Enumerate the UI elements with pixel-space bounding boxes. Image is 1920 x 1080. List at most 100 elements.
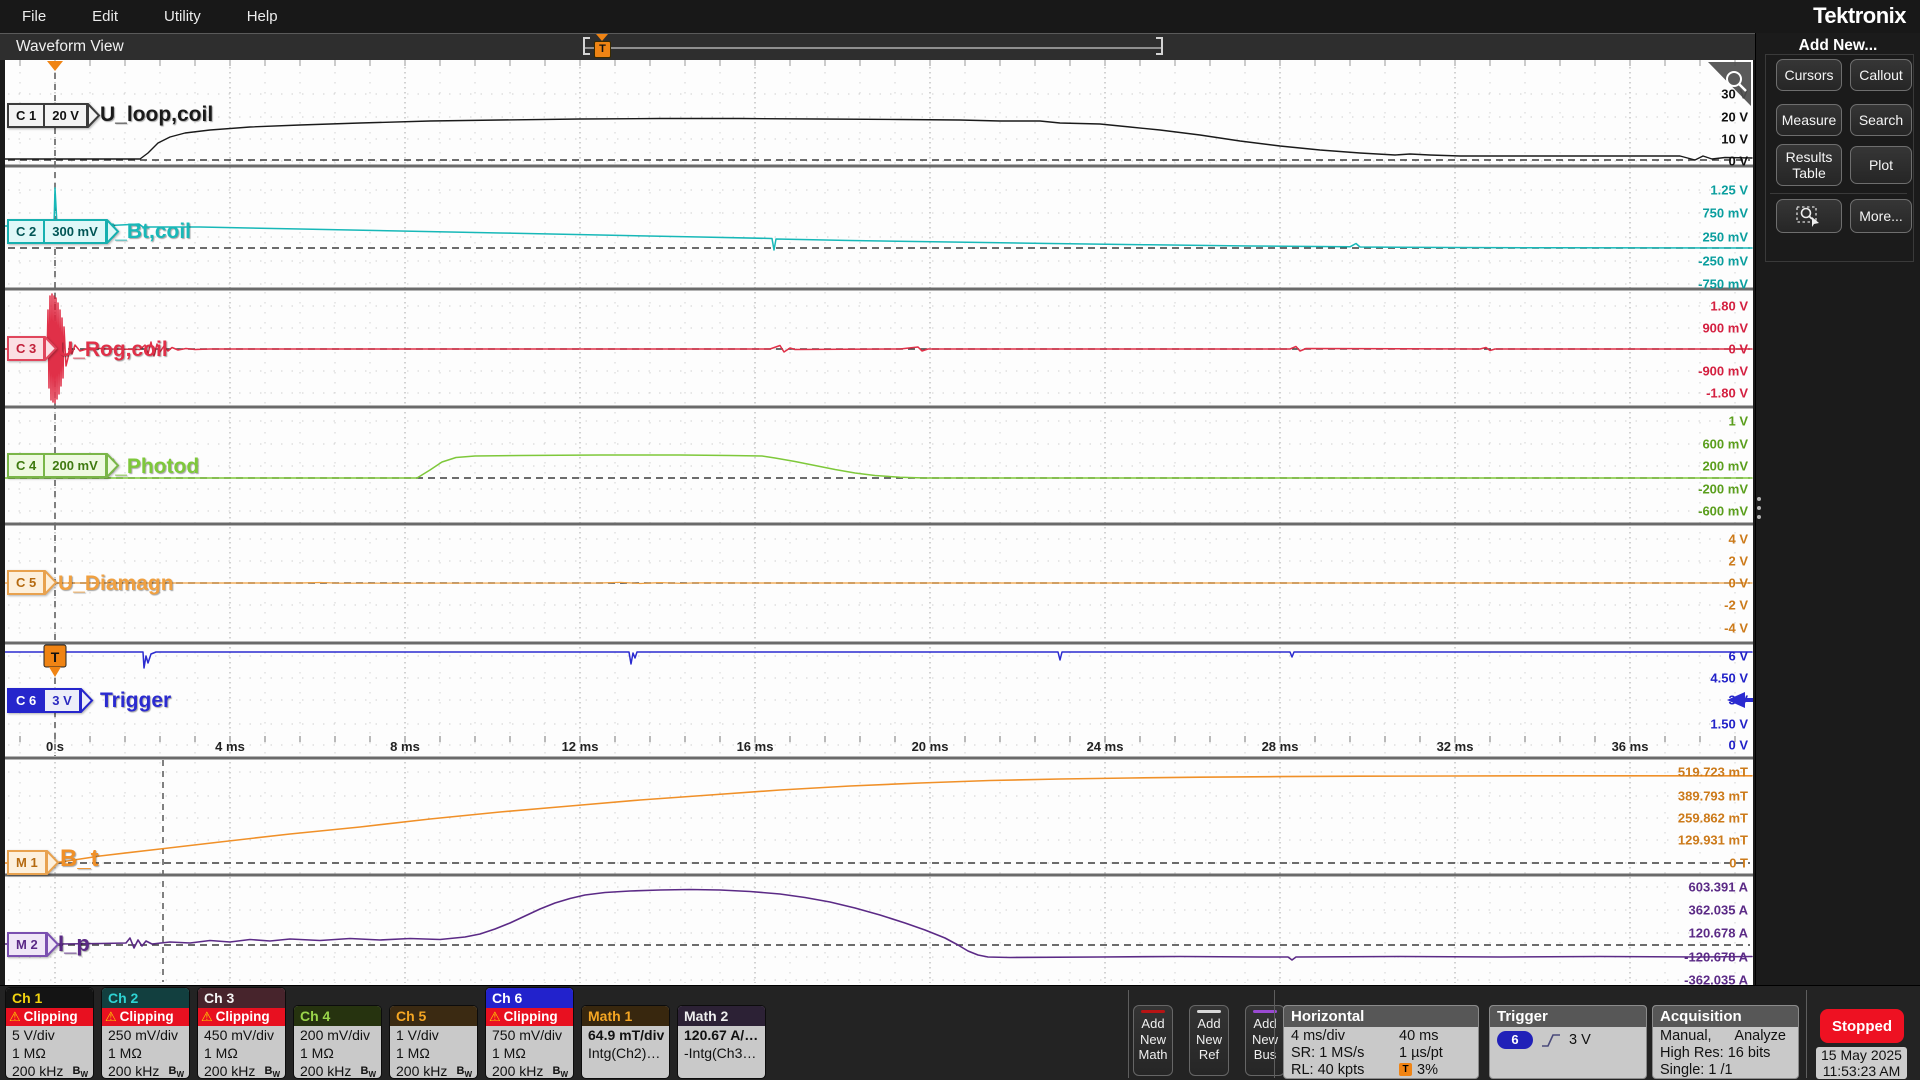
tektronix-logo: Tektronix	[1813, 3, 1906, 29]
bw-limit-icon: BW	[360, 1062, 376, 1079]
channel-badge-ch1[interactable]: Ch 1 ⚠Clipping 5 V/div 1 MΩ 200 kHzBW	[5, 987, 94, 1079]
axis-scale-label: 0 V	[1728, 342, 1748, 357]
math-badge-m1[interactable]: M 1	[7, 850, 60, 875]
menu-edit[interactable]: Edit	[92, 8, 118, 25]
axis-scale-label: 0 V	[1728, 738, 1748, 753]
warning-icon: ⚠	[489, 1008, 501, 1026]
channel-badge-c5[interactable]: C 5	[7, 570, 58, 595]
panel-drag-handle[interactable]	[1757, 492, 1763, 524]
axis-scale-label: 389.793 mT	[1678, 789, 1748, 804]
sample-interval: 1 µs/pt	[1399, 1045, 1443, 1061]
badge-scale: 5 V/div	[6, 1026, 93, 1044]
channel-name-label[interactable]: B_t	[60, 845, 99, 873]
channel-badge-c1[interactable]: C 1 20 V	[7, 103, 101, 128]
channel-badge-id: C 2	[7, 219, 45, 244]
record-overview-line[interactable]	[585, 47, 1163, 49]
measure-button[interactable]: Measure	[1776, 104, 1842, 136]
channel-name-label[interactable]: I_p	[58, 931, 90, 957]
channel-badge-c3[interactable]: C 3	[7, 336, 58, 361]
channel-badge-ch4[interactable]: Ch 4 200 mV/div 1 MΩ 200 kHzBW	[293, 1005, 382, 1079]
axis-scale-label: -1.80 V	[1706, 386, 1748, 401]
channel-name-label[interactable]: Trigger	[100, 689, 171, 713]
menu-help[interactable]: Help	[247, 8, 278, 25]
trigger-pane[interactable]: Trigger 6 3 V	[1489, 1005, 1647, 1079]
channel-badge-c6[interactable]: C 6 3 V	[7, 688, 94, 713]
waveform-plot[interactable]: T C 1 20 V C 2 300 mV C 3 C 4 200 mV C 5…	[5, 60, 1753, 985]
add-new-bus-button[interactable]: Add New Bus	[1245, 1005, 1285, 1076]
channel-badge-ch5[interactable]: Ch 5 1 V/div 1 MΩ 200 kHzBW	[389, 1005, 478, 1079]
badge-header: Ch 1	[6, 988, 93, 1008]
results-table-button[interactable]: Results Table	[1776, 144, 1842, 186]
zoom-mode-button[interactable]	[1776, 199, 1842, 233]
trigger-flag-letter: T	[51, 649, 60, 665]
menu-utility[interactable]: Utility	[164, 8, 201, 25]
waveform-trace-m1	[5, 776, 1752, 863]
math-badge-math2[interactable]: Math 2 120.67 A/… -Intg(Ch3…	[677, 1005, 766, 1079]
record-bracket-right	[1156, 37, 1163, 55]
zoom-select-icon	[1795, 204, 1823, 228]
waveform-trace-c5	[5, 582, 1752, 583]
trigger-position-flag[interactable]: T	[594, 41, 611, 58]
axis-scale-label: 2 V	[1728, 554, 1748, 569]
clipping-warning: ⚠Clipping	[102, 1008, 189, 1026]
channel-badge-scale: 20 V	[44, 103, 88, 128]
search-button[interactable]: Search	[1850, 104, 1912, 136]
channel-badge-id: M 2	[7, 932, 47, 957]
trigger-level-arrow[interactable]	[1725, 690, 1753, 710]
math-badge-m2[interactable]: M 2	[7, 932, 60, 957]
badge-bandwidth: 200 kHzBW	[102, 1062, 189, 1079]
acquisition-pane-title: Acquisition	[1653, 1006, 1798, 1027]
badge-header: Math 1	[582, 1006, 669, 1026]
badge-impedance: 1 MΩ	[198, 1044, 285, 1062]
horizontal-pane[interactable]: Horizontal 4 ms/div40 ms SR: 1 MS/s1 µs/…	[1283, 1005, 1479, 1079]
axis-scale-label: 120.678 A	[1688, 926, 1748, 941]
channel-badge-id: C 1	[7, 103, 45, 128]
axis-scale-label: 0 V	[1728, 154, 1748, 169]
badge-impedance: 1 MΩ	[102, 1044, 189, 1062]
trigger-position-pointer	[596, 34, 608, 41]
axis-scale-label: 6 V	[1728, 649, 1748, 664]
channel-name-label[interactable]: U_Rog,coil	[58, 338, 168, 362]
channel-badge-c4[interactable]: C 4 200 mV	[7, 453, 120, 478]
axis-scale-label: 519.723 mT	[1678, 765, 1748, 780]
channel-badge-ch6[interactable]: Ch 6 ⚠Clipping 750 mV/div 1 MΩ 200 kHzBW	[485, 987, 574, 1079]
channel-badge-id: C 5	[7, 570, 45, 595]
more-button[interactable]: More...	[1850, 199, 1912, 233]
plot-button[interactable]: Plot	[1850, 146, 1912, 184]
acquisition-pane[interactable]: Acquisition Manual,Analyze High Res: 16 …	[1652, 1005, 1799, 1079]
channel-name-label[interactable]: U_loop,coil	[100, 103, 213, 127]
add-new-ref-button[interactable]: Add New Ref	[1189, 1005, 1229, 1076]
record-bracket-left	[583, 37, 590, 55]
axis-scale-label: 129.931 mT	[1678, 833, 1748, 848]
time-axis-label: 24 ms	[1065, 739, 1145, 754]
tab-waveform-view[interactable]: Waveform View	[16, 34, 124, 60]
axis-scale-label: -250 mV	[1698, 254, 1748, 269]
channel-badge-c2[interactable]: C 2 300 mV	[7, 219, 120, 244]
axis-scale-label: -750 mV	[1698, 277, 1748, 292]
badge-scale: 1 V/div	[390, 1026, 477, 1044]
channel-badge-ch2[interactable]: Ch 2 ⚠Clipping 250 mV/div 1 MΩ 200 kHzBW	[101, 987, 190, 1079]
badge-scale: 450 mV/div	[198, 1026, 285, 1044]
zoom-tool-icon[interactable]	[1704, 60, 1753, 108]
channel-badge-ch3[interactable]: Ch 3 ⚠Clipping 450 mV/div 1 MΩ 200 kHzBW	[197, 987, 286, 1079]
waveform-trace-c6	[5, 652, 1752, 668]
channel-name-label[interactable]: U_Diamagn	[58, 572, 174, 596]
callout-button[interactable]: Callout	[1850, 59, 1912, 91]
math-badge-math1[interactable]: Math 1 64.9 mT/div Intg(Ch2)…	[581, 1005, 670, 1079]
bw-limit-icon: BW	[168, 1062, 184, 1079]
badge-tip	[107, 219, 120, 244]
run-stop-status-button[interactable]: Stopped	[1820, 1009, 1904, 1043]
cursors-button[interactable]: Cursors	[1776, 59, 1842, 91]
badge-tip	[45, 570, 58, 595]
badge-bandwidth: 200 kHzBW	[6, 1062, 93, 1079]
right-sidebar: Add New... Cursors Callout Measure Searc…	[1755, 33, 1920, 985]
axis-scale-label: 603.391 A	[1688, 880, 1748, 895]
trigger-source-badge: 6	[1497, 1031, 1533, 1049]
menu-file[interactable]: File	[22, 8, 46, 25]
badge-scale: 250 mV/div	[102, 1026, 189, 1044]
axis-scale-label: -900 mV	[1698, 364, 1748, 379]
waveform-trace-m2	[5, 890, 1752, 961]
waveform-canvas[interactable]: T	[5, 60, 1753, 985]
add-new-math-button[interactable]: Add New Math	[1133, 1005, 1173, 1076]
badge-header: Math 2	[678, 1006, 765, 1026]
